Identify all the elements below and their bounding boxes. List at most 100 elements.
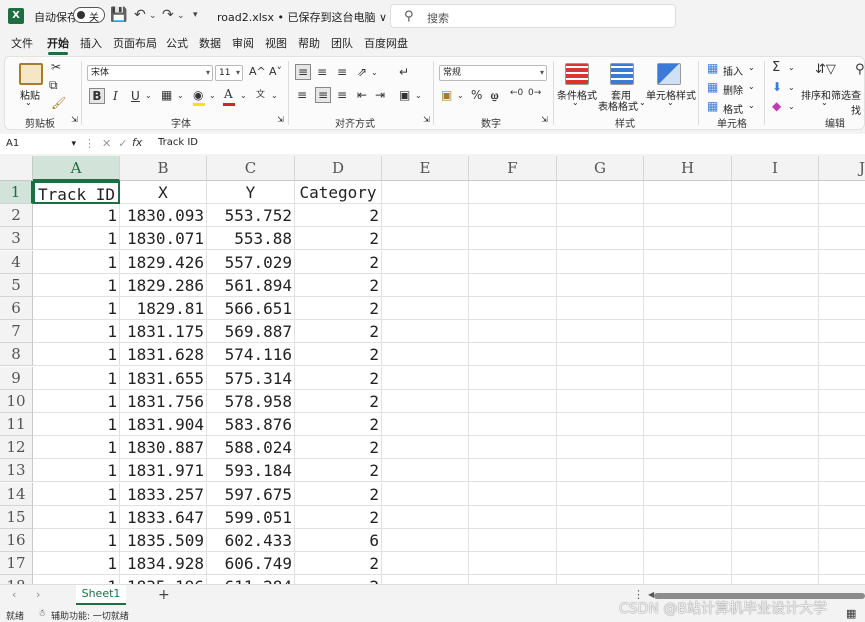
delete-cells-icon[interactable]: ▦ <box>707 80 718 94</box>
table-cell[interactable] <box>732 204 819 228</box>
table-cell[interactable]: 1829.81 <box>120 297 207 320</box>
menu-review[interactable]: 审阅 <box>232 32 254 56</box>
font-size-combo[interactable]: 11 ▾ <box>215 65 243 81</box>
table-cell[interactable] <box>469 366 557 390</box>
column-header-g[interactable]: G <box>557 156 644 181</box>
table-cell[interactable] <box>819 343 865 367</box>
table-cell[interactable]: 2 <box>295 250 382 274</box>
border-icon[interactable]: ▦ <box>161 88 172 102</box>
insert-cells-button[interactable]: 插入 <box>723 63 743 78</box>
table-cell[interactable] <box>469 227 557 251</box>
table-cell[interactable] <box>382 505 469 529</box>
table-cell[interactable]: 569.887 <box>207 320 295 344</box>
table-cell[interactable]: 1831.655 <box>120 366 207 390</box>
table-cell[interactable] <box>557 297 644 320</box>
select-all-corner[interactable] <box>0 156 33 181</box>
merge-center-icon[interactable]: ▣ <box>399 88 410 102</box>
table-cell[interactable]: 557.029 <box>207 250 295 274</box>
prev-sheet-icon[interactable]: ‹ <box>12 588 16 601</box>
table-cell[interactable] <box>557 436 644 460</box>
row-header[interactable]: 8 <box>0 343 33 367</box>
table-cell[interactable] <box>644 320 732 344</box>
format-cells-icon[interactable]: ▦ <box>707 99 718 113</box>
table-cell[interactable] <box>644 529 732 552</box>
table-cell[interactable]: 561.894 <box>207 273 295 297</box>
table-cell[interactable]: 1 <box>33 366 120 390</box>
table-cell[interactable]: 1831.904 <box>120 413 207 436</box>
menu-view[interactable]: 视图 <box>265 32 287 56</box>
table-cell[interactable] <box>644 227 732 251</box>
font-launcher-icon[interactable]: ⇲ <box>277 115 284 124</box>
table-cell[interactable] <box>732 250 819 274</box>
table-cell[interactable] <box>644 181 732 204</box>
table-cell[interactable] <box>469 389 557 413</box>
table-cell[interactable]: 1 <box>33 505 120 529</box>
table-cell[interactable]: 2 <box>295 436 382 460</box>
add-sheet-icon[interactable]: + <box>158 587 170 603</box>
insert-function-icon[interactable]: fx <box>132 136 142 149</box>
column-header-h[interactable]: H <box>644 156 732 181</box>
menu-home[interactable]: 开始 <box>47 32 69 56</box>
table-cell[interactable] <box>382 389 469 413</box>
table-cell[interactable] <box>819 204 865 228</box>
table-format-dropdown-icon[interactable]: ⌄ <box>639 98 646 107</box>
find-select-button[interactable]: 查找 <box>851 87 864 117</box>
table-cell[interactable] <box>557 320 644 344</box>
table-cell[interactable] <box>382 459 469 483</box>
table-cell[interactable]: 1829.426 <box>120 250 207 274</box>
row-header[interactable]: 9 <box>0 366 33 390</box>
cell-styles-dropdown-icon[interactable]: ⌄ <box>667 98 674 107</box>
table-cell[interactable] <box>469 343 557 367</box>
menu-insert[interactable]: 插入 <box>80 32 102 56</box>
insert-cells-icon[interactable]: ▦ <box>707 61 718 75</box>
table-cell[interactable] <box>819 251 865 274</box>
row-header[interactable]: 1 <box>0 181 33 204</box>
row-header[interactable]: 2 <box>0 204 33 228</box>
table-cell[interactable]: 1831.971 <box>120 459 207 483</box>
table-cell[interactable]: 1 <box>33 575 120 584</box>
font-name-combo[interactable]: 宋体 ▾ <box>87 65 213 81</box>
table-cell[interactable] <box>644 250 732 274</box>
insert-dropdown-icon[interactable]: ⌄ <box>748 63 755 72</box>
table-cell[interactable] <box>557 575 644 584</box>
table-cell[interactable]: 1833.257 <box>120 482 207 506</box>
table-cell[interactable]: 2 <box>295 273 382 297</box>
table-cell[interactable] <box>469 505 557 529</box>
conditional-dropdown-icon[interactable]: ⌄ <box>572 98 579 107</box>
fill-dropdown-icon[interactable]: ⌄ <box>209 91 216 100</box>
menu-team[interactable]: 团队 <box>331 32 353 56</box>
table-cell[interactable] <box>469 482 557 506</box>
font-color-icon[interactable]: A <box>224 87 233 101</box>
table-cell[interactable] <box>644 459 732 483</box>
number-launcher-icon[interactable]: ⇲ <box>541 115 548 124</box>
redo-dropdown-icon[interactable]: ⌄ <box>177 11 185 21</box>
table-cell[interactable] <box>732 436 819 460</box>
table-cell[interactable] <box>819 436 865 460</box>
table-cell[interactable]: 2 <box>295 459 382 483</box>
table-cell[interactable]: 1829.286 <box>120 273 207 297</box>
row-header[interactable]: 7 <box>0 320 33 344</box>
table-cell[interactable]: 1831.756 <box>120 389 207 413</box>
table-cell[interactable] <box>644 389 732 413</box>
fill-icon[interactable]: ⬇ <box>772 80 782 94</box>
font-color-dropdown-icon[interactable]: ⌄ <box>240 91 247 100</box>
document-title[interactable]: road2.xlsx • 已保存到这台电脑 ∨ <box>217 9 387 25</box>
table-cell[interactable] <box>819 181 865 204</box>
table-cell[interactable] <box>732 297 819 320</box>
table-cell[interactable]: 2 <box>295 505 382 529</box>
table-cell[interactable] <box>382 227 469 251</box>
more-icon[interactable]: ⋮ <box>84 137 95 150</box>
table-cell[interactable] <box>644 505 732 529</box>
accounting-dropdown-icon[interactable]: ⌄ <box>457 91 464 100</box>
format-as-table-icon[interactable] <box>610 63 634 85</box>
normal-view-icon[interactable]: ▦ <box>846 607 856 620</box>
table-cell[interactable]: 1 <box>33 297 120 320</box>
table-cell[interactable]: 1 <box>33 343 120 367</box>
table-cell[interactable]: 583.876 <box>207 413 295 436</box>
table-cell[interactable] <box>732 575 819 584</box>
row-header[interactable]: 13 <box>0 459 33 483</box>
fill-color-icon[interactable]: ◉ <box>193 88 203 102</box>
table-cell[interactable] <box>382 181 469 204</box>
conditional-formatting-icon[interactable] <box>565 63 589 85</box>
spreadsheet-grid[interactable]: A B C D E F G H I J 1 Track ID X Y Category 2 1 1830.093 5… <box>0 156 865 584</box>
